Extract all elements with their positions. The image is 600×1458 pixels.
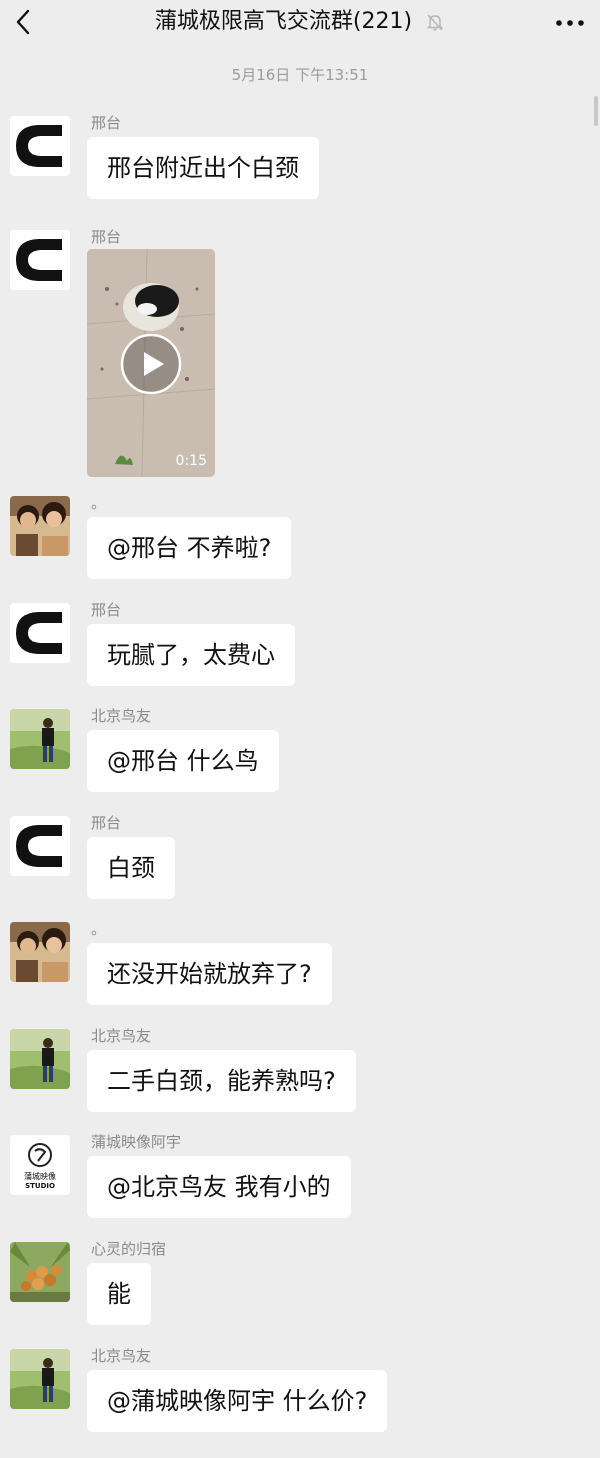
message-bubble[interactable]: 还没开始就放弃了?: [87, 943, 332, 1005]
sender-name: 北京鸟友: [91, 1027, 152, 1045]
person-field-avatar: [10, 1029, 70, 1089]
more-options-button[interactable]: [550, 8, 590, 38]
avatar[interactable]: [10, 116, 70, 176]
cummins-logo-avatar: [10, 816, 70, 876]
sender-name: 北京鸟友: [91, 707, 152, 725]
message-bubble[interactable]: @邢台 不养啦?: [87, 517, 292, 579]
sender-name: 邢台: [91, 814, 122, 832]
sender-name: 。: [91, 494, 107, 512]
avatar[interactable]: [10, 230, 70, 290]
message-bubble[interactable]: @北京鸟友 我有小的: [87, 1156, 351, 1218]
avatar[interactable]: [10, 1349, 70, 1409]
cummins-logo-avatar: [10, 230, 70, 290]
cummins-logo-avatar: [10, 603, 70, 663]
chat-title-area: 蒲城极限高飞交流群(221): [0, 6, 600, 38]
message-bubble[interactable]: 能: [87, 1263, 151, 1325]
avatar[interactable]: [10, 816, 70, 876]
person-field-avatar: [10, 1349, 70, 1409]
palm-fruit-avatar: [10, 1242, 70, 1302]
sender-name: 邢台: [91, 114, 122, 132]
avatar[interactable]: [10, 1029, 70, 1089]
message-bubble[interactable]: @蒲城映像阿宇 什么价?: [87, 1370, 388, 1432]
more-dots-icon: [556, 20, 584, 26]
avatar[interactable]: [10, 1242, 70, 1302]
chat-header: 蒲城极限高飞交流群(221): [0, 0, 600, 46]
svg-text:蒲城映像: 蒲城映像: [24, 1171, 56, 1181]
cummins-logo-avatar: [10, 116, 70, 176]
video-duration: 0:15: [175, 453, 207, 469]
scrollbar[interactable]: [594, 96, 598, 126]
sender-name: 蒲城映像阿宇: [91, 1133, 182, 1151]
svg-text:STUDIO: STUDIO: [25, 1182, 55, 1190]
bell-off-icon: [426, 14, 444, 31]
avatar[interactable]: 蒲城映像 STUDIO: [10, 1135, 70, 1195]
sender-name: 心灵的归宿: [91, 1240, 167, 1258]
couple-photo-avatar: [10, 496, 70, 556]
avatar[interactable]: [10, 603, 70, 663]
sender-name: 邢台: [91, 228, 122, 246]
message-timestamp: 5月16日 下午13:51: [231, 66, 369, 84]
couple-photo-avatar: [10, 922, 70, 982]
play-icon[interactable]: [120, 333, 182, 395]
sender-name: 。: [91, 920, 107, 938]
chat-title: 蒲城极限高飞交流群(221): [154, 9, 413, 34]
message-bubble[interactable]: @邢台 什么鸟: [87, 730, 279, 792]
message-bubble[interactable]: 白颈: [87, 837, 175, 899]
avatar[interactable]: [10, 496, 70, 556]
video-message[interactable]: 0:15: [87, 249, 215, 477]
studio-logo-avatar: 蒲城映像 STUDIO: [10, 1135, 70, 1195]
avatar[interactable]: [10, 922, 70, 982]
message-bubble[interactable]: 二手白颈，能养熟吗?: [87, 1050, 356, 1112]
person-field-avatar: [10, 709, 70, 769]
message-bubble[interactable]: 邢台附近出个白颈: [87, 137, 319, 199]
sender-name: 北京鸟友: [91, 1347, 152, 1365]
sender-name: 邢台: [91, 601, 122, 619]
avatar[interactable]: [10, 709, 70, 769]
message-bubble[interactable]: 玩腻了，太费心: [87, 624, 295, 686]
